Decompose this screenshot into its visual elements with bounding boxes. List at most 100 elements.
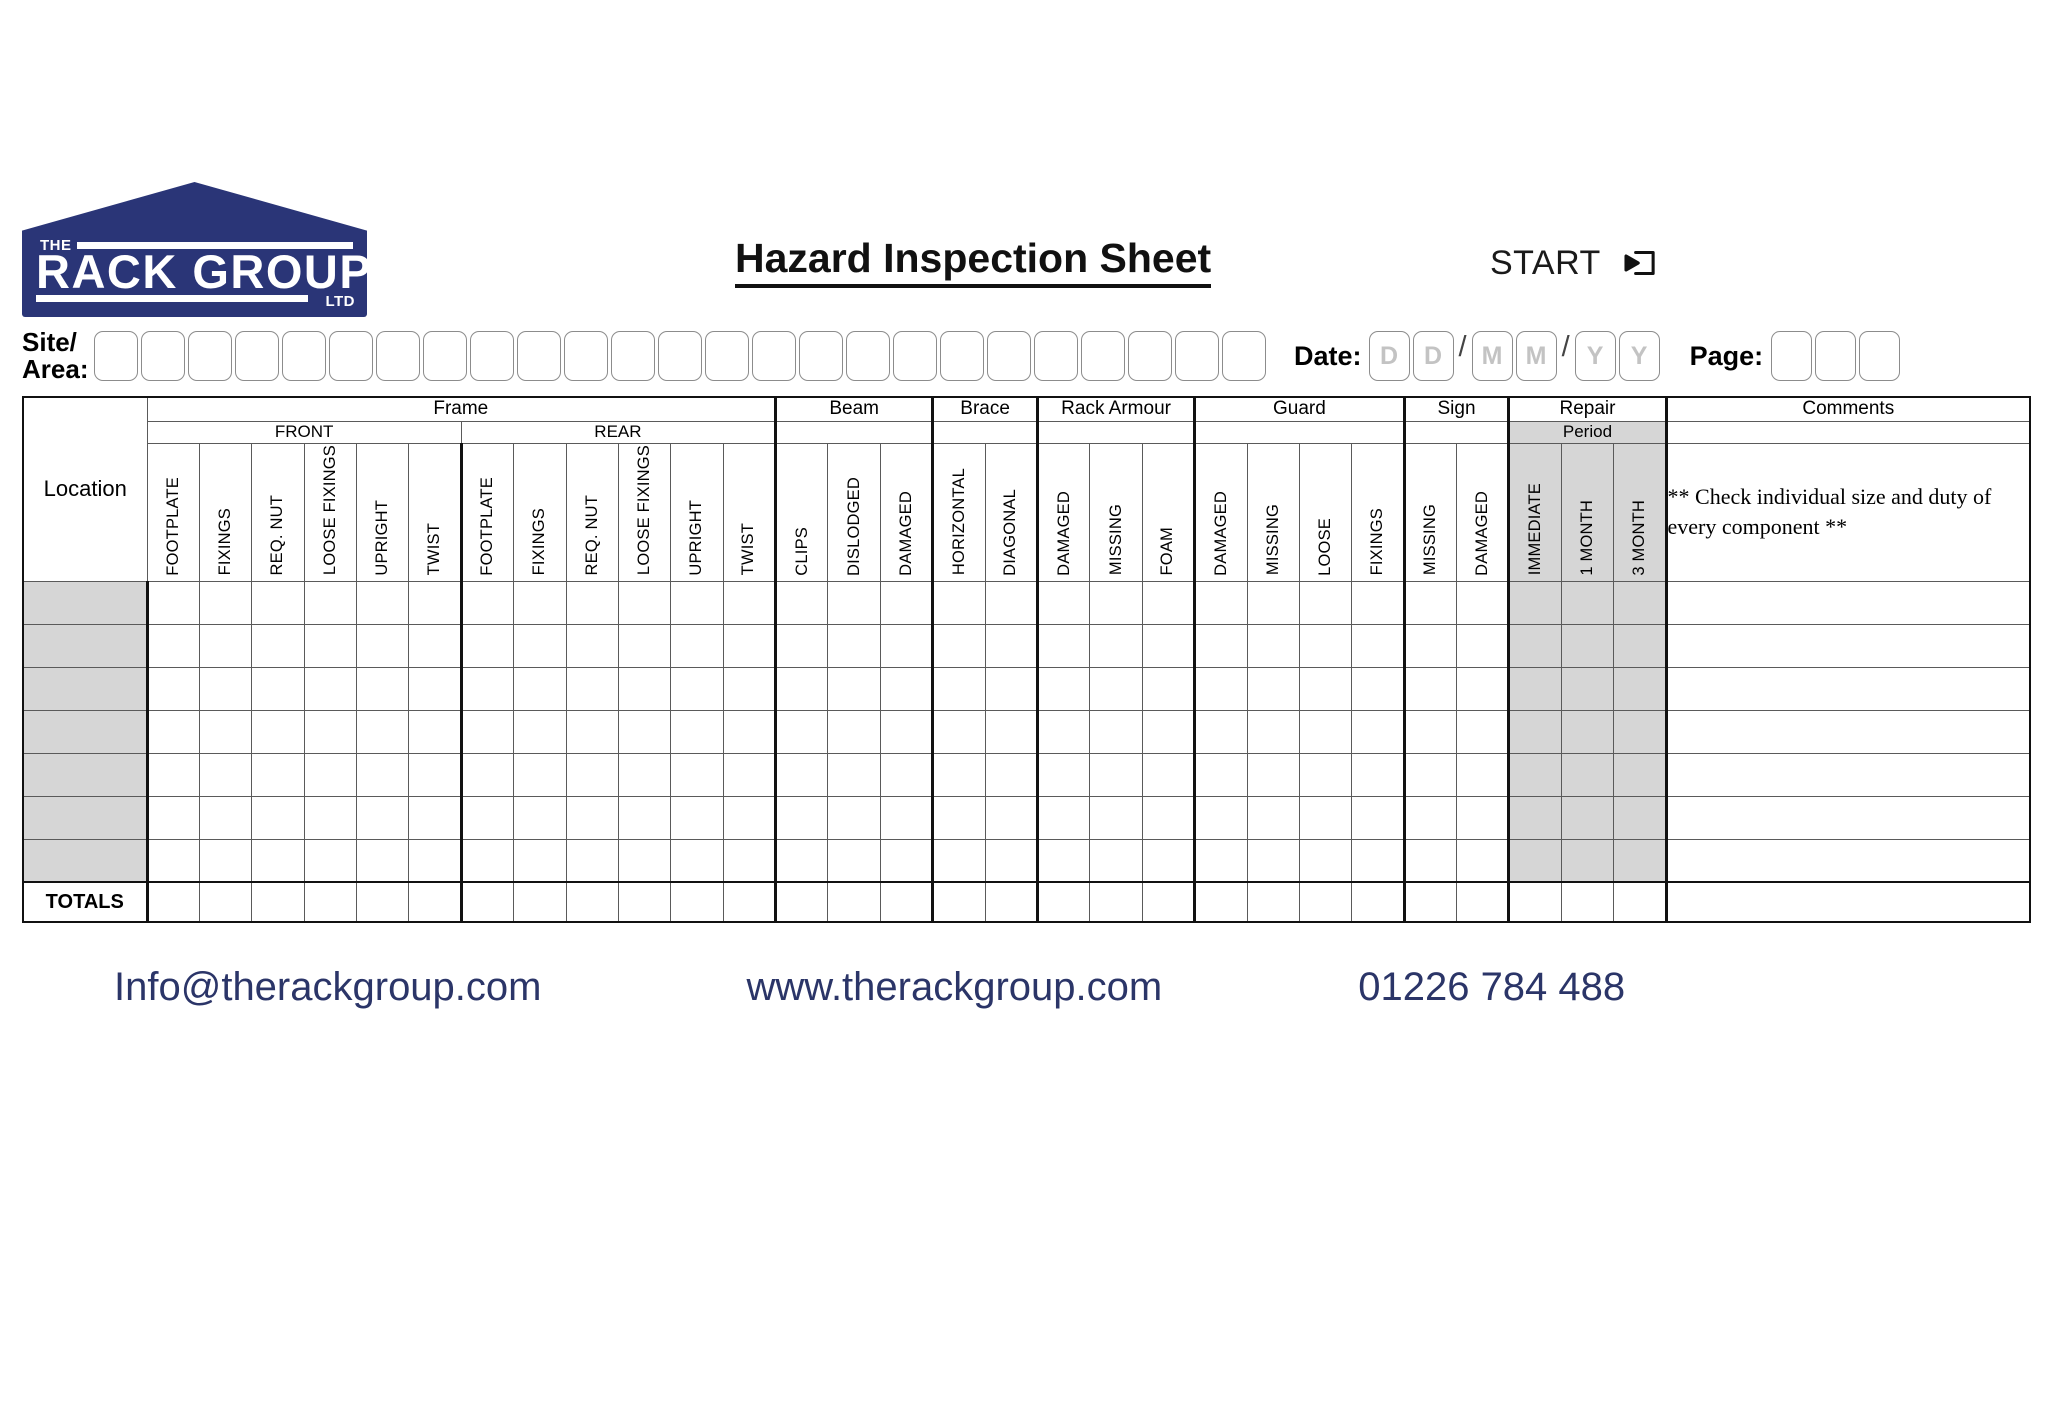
date-char-box[interactable]: M bbox=[1515, 331, 1557, 381]
location-cell[interactable] bbox=[22, 709, 149, 754]
check-cell[interactable] bbox=[1298, 795, 1353, 840]
check-cell[interactable] bbox=[459, 795, 515, 840]
check-cell[interactable] bbox=[1246, 795, 1300, 840]
check-cell[interactable] bbox=[565, 795, 619, 840]
check-cell[interactable] bbox=[879, 666, 934, 711]
check-cell[interactable] bbox=[408, 666, 462, 711]
check-cell[interactable] bbox=[1456, 838, 1510, 883]
check-cell[interactable] bbox=[1351, 838, 1405, 883]
check-cell[interactable] bbox=[303, 752, 358, 797]
check-cell[interactable] bbox=[670, 838, 724, 883]
check-cell[interactable] bbox=[513, 795, 567, 840]
totals-cell[interactable] bbox=[1507, 881, 1562, 923]
check-cell[interactable] bbox=[617, 580, 672, 625]
check-cell[interactable] bbox=[1560, 623, 1615, 668]
check-cell[interactable] bbox=[1507, 580, 1562, 625]
check-cell[interactable] bbox=[1089, 752, 1143, 797]
check-cell[interactable] bbox=[1351, 623, 1405, 668]
check-cell[interactable] bbox=[1402, 666, 1458, 711]
footer-phone[interactable]: 01226 784 488 bbox=[1358, 965, 1625, 1010]
check-cell[interactable] bbox=[303, 709, 358, 754]
totals-cell[interactable] bbox=[670, 881, 724, 923]
check-cell[interactable] bbox=[931, 623, 986, 668]
check-cell[interactable] bbox=[146, 838, 200, 883]
check-cell[interactable] bbox=[1089, 838, 1143, 883]
check-cell[interactable] bbox=[1089, 666, 1143, 711]
check-cell[interactable] bbox=[1298, 838, 1353, 883]
site-area-char-box[interactable] bbox=[376, 331, 420, 381]
check-cell[interactable] bbox=[1298, 580, 1353, 625]
site-area-char-box[interactable] bbox=[1081, 331, 1125, 381]
check-cell[interactable] bbox=[1035, 580, 1091, 625]
totals-cell[interactable] bbox=[827, 881, 881, 923]
site-area-char-box[interactable] bbox=[470, 331, 514, 381]
check-cell[interactable] bbox=[513, 752, 567, 797]
site-area-char-box[interactable] bbox=[752, 331, 796, 381]
check-cell[interactable] bbox=[774, 795, 829, 840]
check-cell[interactable] bbox=[774, 623, 829, 668]
check-cell[interactable] bbox=[459, 709, 515, 754]
location-cell[interactable] bbox=[22, 795, 149, 840]
check-cell[interactable] bbox=[251, 623, 305, 668]
totals-cell[interactable] bbox=[1351, 881, 1405, 923]
check-cell[interactable] bbox=[1351, 709, 1405, 754]
check-cell[interactable] bbox=[1246, 709, 1300, 754]
check-cell[interactable] bbox=[827, 666, 881, 711]
check-cell[interactable] bbox=[146, 709, 200, 754]
check-cell[interactable] bbox=[251, 752, 305, 797]
check-cell[interactable] bbox=[146, 795, 200, 840]
check-cell[interactable] bbox=[1613, 838, 1667, 883]
check-cell[interactable] bbox=[251, 838, 305, 883]
totals-cell[interactable] bbox=[1298, 881, 1353, 923]
check-cell[interactable] bbox=[670, 580, 724, 625]
check-cell[interactable] bbox=[251, 795, 305, 840]
totals-cell[interactable] bbox=[198, 881, 253, 923]
check-cell[interactable] bbox=[827, 623, 881, 668]
check-cell[interactable] bbox=[355, 838, 410, 883]
check-cell[interactable] bbox=[303, 795, 358, 840]
check-cell[interactable] bbox=[617, 623, 672, 668]
check-cell[interactable] bbox=[1613, 709, 1667, 754]
check-cell[interactable] bbox=[1351, 580, 1405, 625]
totals-cell[interactable] bbox=[1035, 881, 1091, 923]
site-area-char-box[interactable] bbox=[1128, 331, 1172, 381]
check-cell[interactable] bbox=[670, 752, 724, 797]
page-char-box[interactable] bbox=[1859, 331, 1901, 381]
totals-cell[interactable] bbox=[722, 881, 777, 923]
check-cell[interactable] bbox=[459, 580, 515, 625]
check-cell[interactable] bbox=[1193, 709, 1248, 754]
comments-cell[interactable] bbox=[1664, 580, 2031, 625]
check-cell[interactable] bbox=[355, 666, 410, 711]
check-cell[interactable] bbox=[1456, 666, 1510, 711]
totals-cell[interactable] bbox=[1560, 881, 1615, 923]
check-cell[interactable] bbox=[827, 838, 881, 883]
check-cell[interactable] bbox=[198, 795, 253, 840]
check-cell[interactable] bbox=[722, 580, 777, 625]
check-cell[interactable] bbox=[774, 666, 829, 711]
check-cell[interactable] bbox=[1351, 795, 1405, 840]
site-area-char-box[interactable] bbox=[282, 331, 326, 381]
check-cell[interactable] bbox=[722, 623, 777, 668]
check-cell[interactable] bbox=[1089, 709, 1143, 754]
check-cell[interactable] bbox=[931, 795, 986, 840]
check-cell[interactable] bbox=[355, 795, 410, 840]
totals-cell[interactable] bbox=[1193, 881, 1248, 923]
site-area-char-box[interactable] bbox=[1175, 331, 1219, 381]
check-cell[interactable] bbox=[1193, 623, 1248, 668]
check-cell[interactable] bbox=[774, 838, 829, 883]
site-area-char-box[interactable] bbox=[141, 331, 185, 381]
check-cell[interactable] bbox=[827, 580, 881, 625]
site-area-char-box[interactable] bbox=[987, 331, 1031, 381]
check-cell[interactable] bbox=[513, 666, 567, 711]
site-area-char-box[interactable] bbox=[1034, 331, 1078, 381]
comments-cell[interactable] bbox=[1664, 666, 2031, 711]
location-cell[interactable] bbox=[22, 580, 149, 625]
check-cell[interactable] bbox=[408, 709, 462, 754]
check-cell[interactable] bbox=[984, 580, 1038, 625]
check-cell[interactable] bbox=[1035, 752, 1091, 797]
site-area-char-box[interactable] bbox=[517, 331, 561, 381]
check-cell[interactable] bbox=[146, 580, 200, 625]
check-cell[interactable] bbox=[1507, 795, 1562, 840]
check-cell[interactable] bbox=[1560, 752, 1615, 797]
check-cell[interactable] bbox=[1035, 795, 1091, 840]
